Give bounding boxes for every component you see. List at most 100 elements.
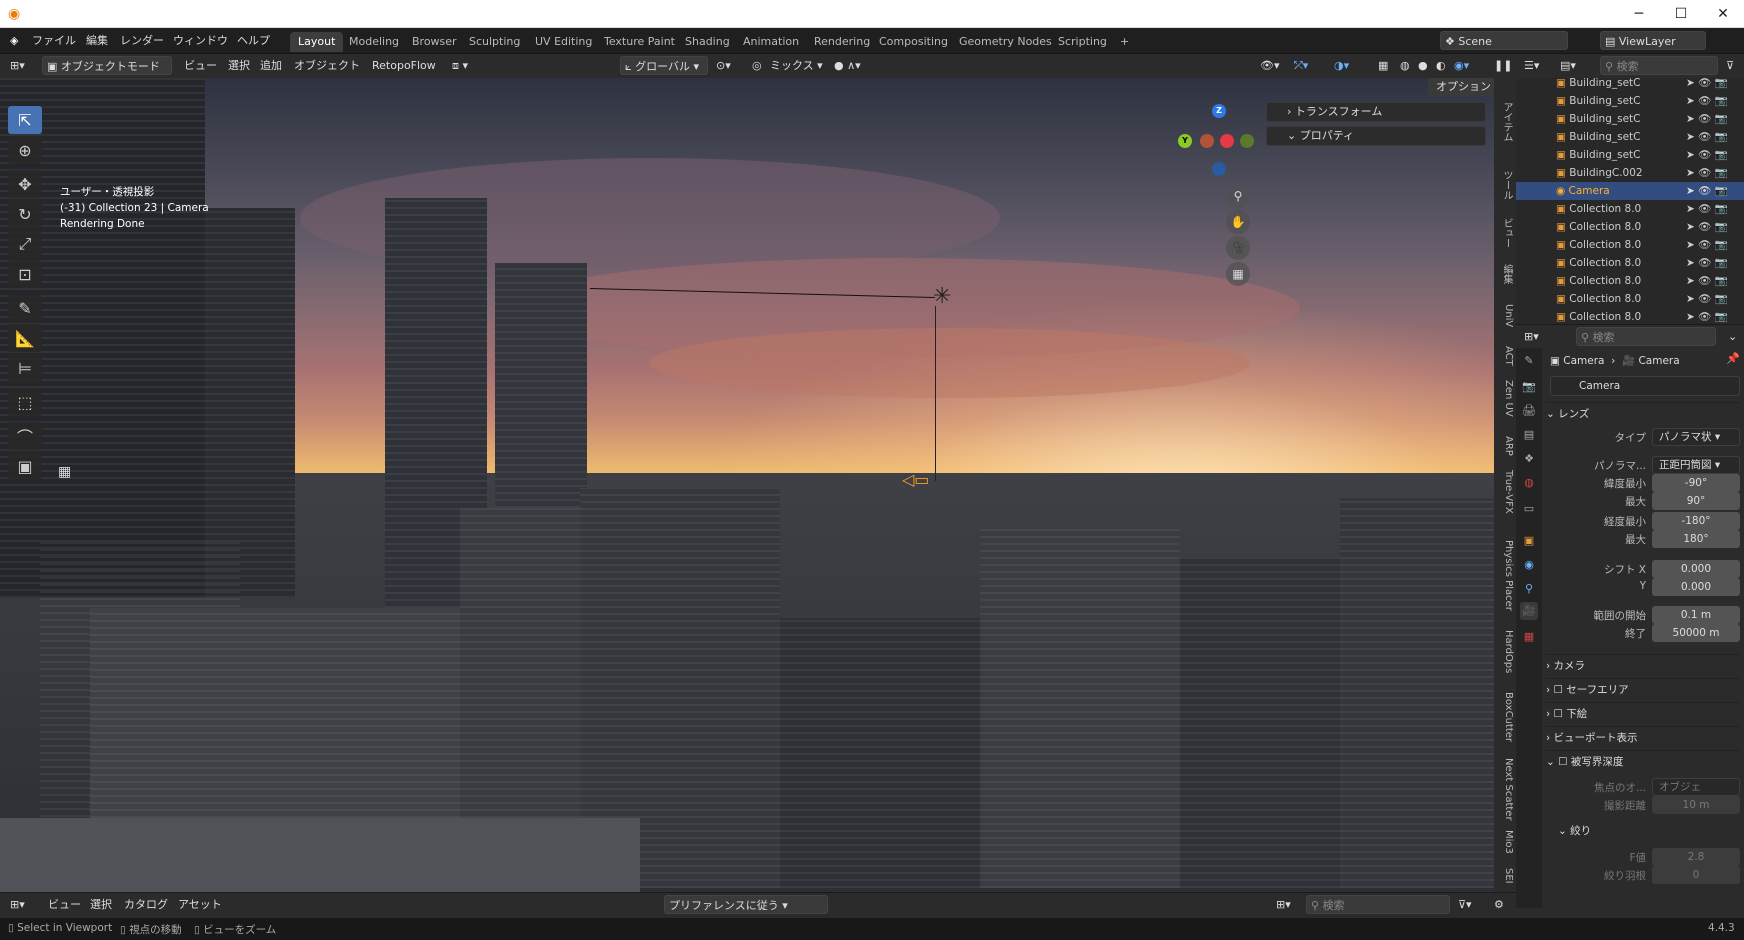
transform-tool-icon[interactable]: ⊡ [8, 260, 42, 288]
measure-tool-icon[interactable]: 📐 [8, 324, 42, 352]
filter-icon[interactable]: ⊽▾ [1454, 895, 1476, 914]
pin-icon[interactable]: 📌 [1726, 352, 1740, 365]
output-tab-icon[interactable]: 🖨 [1520, 402, 1538, 420]
aperture-section-header[interactable]: ⌄ 絞り [1558, 820, 1744, 842]
asset-menu-view[interactable]: ビュー [44, 895, 85, 914]
outliner-row[interactable]: ▣ Collection 8.0 ➤ 👁 📷 [1516, 254, 1744, 272]
display-mode-icon[interactable]: ▤▾ [1556, 56, 1580, 75]
scene-tab-icon[interactable]: ❖ [1520, 450, 1538, 468]
tab-act[interactable]: ACT [1496, 346, 1514, 366]
focus-distance-field[interactable]: 10 m [1652, 796, 1740, 814]
tab-sculpting[interactable]: Sculpting [461, 32, 528, 52]
boxcutter-tool-icon[interactable]: ▣ [8, 452, 42, 480]
rotate-tool-icon[interactable]: ↻ [8, 200, 42, 228]
ortho-grid-icon[interactable]: ▦ [1226, 262, 1250, 286]
curve-tool-icon[interactable]: ⌒ [8, 422, 42, 450]
menu-help[interactable]: ヘルプ [237, 32, 270, 50]
3d-viewport[interactable]: ✳ ◁▭ ユーザー・透視投影 (-31) Collection 23 | Cam… [0, 78, 1494, 892]
shading-wireframe-icon[interactable]: ◍ [1396, 56, 1414, 75]
safe-area-section-header[interactable]: › ☐ セーフエリア [1546, 678, 1740, 700]
row-icons[interactable]: ➤ 👁 📷 [1686, 164, 1728, 182]
row-icons[interactable]: ➤ 👁 📷 [1686, 110, 1728, 128]
menu-edit[interactable]: 編集 [86, 32, 108, 50]
panel-properties[interactable]: ⌄ プロパティ [1266, 126, 1486, 146]
pivot-icon[interactable]: ⊙▾ [712, 56, 735, 75]
editor-type-icon[interactable]: ⊞▾ [6, 56, 29, 75]
row-icons[interactable]: ➤ 👁 📷 [1686, 182, 1728, 200]
shift-x-field[interactable]: 0.000 [1652, 560, 1740, 578]
tab-texture-paint[interactable]: Texture Paint [596, 32, 683, 52]
row-icons[interactable]: ➤ 👁 📷 [1686, 74, 1728, 92]
orientation-dropdown[interactable]: ⟀ グローバル ▾ [620, 56, 708, 75]
menu-render[interactable]: レンダー [120, 32, 164, 50]
checker-icon[interactable]: ▦ [58, 464, 71, 480]
outliner-row[interactable]: ▣ Collection 8.0 ➤ 👁 📷 [1516, 236, 1744, 254]
lat-max-field[interactable]: 90° [1652, 492, 1740, 510]
tab-animation[interactable]: Animation [735, 32, 807, 52]
clip-end-field[interactable]: 50000 m [1652, 624, 1740, 642]
tab-univ[interactable]: UniV [1496, 304, 1514, 327]
tab-edit[interactable]: 編集 [1496, 264, 1514, 284]
dof-section-header[interactable]: ⌄ ☐ 被写界深度 [1546, 750, 1740, 772]
tab-view[interactable]: ビュー [1496, 218, 1514, 248]
camera-view-icon[interactable]: 🎥 [1226, 236, 1250, 260]
display-size-icon[interactable]: ⊞▾ [1272, 895, 1295, 914]
outliner-row[interactable]: ▣ Collection 8.0 ➤ 👁 📷 [1516, 272, 1744, 290]
viewlayer-selector[interactable]: ▤ ViewLayer [1600, 31, 1706, 50]
object-tab-icon[interactable]: ▣ [1520, 532, 1538, 550]
row-icons[interactable]: ➤ 👁 📷 [1686, 218, 1728, 236]
tab-true-vfx[interactable]: True-VFX [1496, 470, 1514, 514]
gear-icon[interactable]: ⚙ [1490, 895, 1508, 914]
cursor-tool-icon[interactable]: ⊕ [8, 136, 42, 164]
gizmo-y[interactable]: Y [1178, 134, 1192, 148]
gizmo-toggle-icon[interactable]: ⤱▾ [1290, 56, 1312, 75]
blender-menu-icon[interactable]: ◈ [10, 32, 18, 50]
lon-max-field[interactable]: 180° [1652, 530, 1740, 548]
lens-type-dropdown[interactable]: パノラマ状 ▾ [1652, 428, 1740, 446]
world-tab-icon[interactable]: ◍ [1520, 474, 1538, 492]
tab-mio3[interactable]: Mio3 [1496, 830, 1514, 854]
lens-section-header[interactable]: ⌄ レンズ [1546, 402, 1740, 424]
constraints-tab-icon[interactable]: ⚲ [1520, 580, 1538, 598]
camera-datablock-field[interactable]: Camera [1550, 376, 1740, 396]
blades-field[interactable]: 0 [1652, 866, 1740, 884]
tab-geometry-nodes[interactable]: Geometry Nodes [951, 32, 1060, 52]
outliner-row[interactable]: ▣ Collection 8.0 ➤ 👁 📷 [1516, 218, 1744, 236]
outliner-row[interactable]: ▣ Collection 8.0 ➤ 👁 📷 [1516, 290, 1744, 308]
filter-icon[interactable]: ⊽ [1722, 56, 1738, 75]
proportional-icon[interactable]: ◎ [748, 56, 766, 75]
align-tool-icon[interactable]: ⊨ [8, 354, 42, 382]
maximize-button[interactable]: ☐ [1666, 4, 1696, 24]
tab-physics-placer[interactable]: Physics Placer [1496, 540, 1514, 611]
select-tool-icon[interactable]: ⇱ [8, 106, 42, 134]
render-tab-icon[interactable]: 📷 [1520, 378, 1538, 396]
asset-menu-asset[interactable]: アセット [174, 895, 226, 914]
row-icons[interactable]: ➤ 👁 📷 [1686, 146, 1728, 164]
physics-tab-icon[interactable]: ◉ [1520, 556, 1538, 574]
outliner-row[interactable]: ▣ Building_setC ➤ 👁 📷 [1516, 92, 1744, 110]
asset-menu-select[interactable]: 選択 [86, 895, 116, 914]
pan-hand-icon[interactable]: ✋ [1226, 210, 1250, 234]
panorama-type-dropdown[interactable]: 正距円筒図 ▾ [1652, 456, 1740, 474]
visibility-icon[interactable]: 👁▾ [1256, 56, 1284, 75]
gizmo-x[interactable] [1220, 134, 1234, 148]
tab-browser[interactable]: Browser [404, 32, 465, 52]
menu-file[interactable]: ファイル [32, 32, 76, 50]
panel-transform[interactable]: › トランスフォーム [1266, 102, 1486, 122]
xray-icon[interactable]: ▦ [1374, 56, 1392, 75]
gizmo-neg-x[interactable] [1200, 134, 1214, 148]
tab-boxcutter[interactable]: BoxCutter [1496, 692, 1514, 742]
menu-select[interactable]: 選択 [224, 56, 254, 75]
mode-dropdown[interactable]: ▣ オブジェクトモード ▾ [42, 56, 172, 92]
camera-section-header[interactable]: › カメラ [1546, 654, 1740, 676]
overlay-toggle-icon[interactable]: ◑▾ [1330, 56, 1353, 75]
tab-modeling[interactable]: Modeling [341, 32, 407, 52]
row-icons[interactable]: ➤ 👁 📷 [1686, 236, 1728, 254]
add-cube-tool-icon[interactable]: ⬚ [8, 388, 42, 416]
move-tool-icon[interactable]: ✥ [8, 170, 42, 198]
outliner-row[interactable]: ▣ BuildingC.002 ➤ 👁 📷 [1516, 164, 1744, 182]
tab-shading[interactable]: Shading [677, 32, 738, 52]
menu-window[interactable]: ウィンドウ [173, 32, 228, 50]
shading-solid-icon[interactable]: ● [1414, 56, 1432, 75]
gizmo-z[interactable]: Z [1212, 104, 1226, 118]
